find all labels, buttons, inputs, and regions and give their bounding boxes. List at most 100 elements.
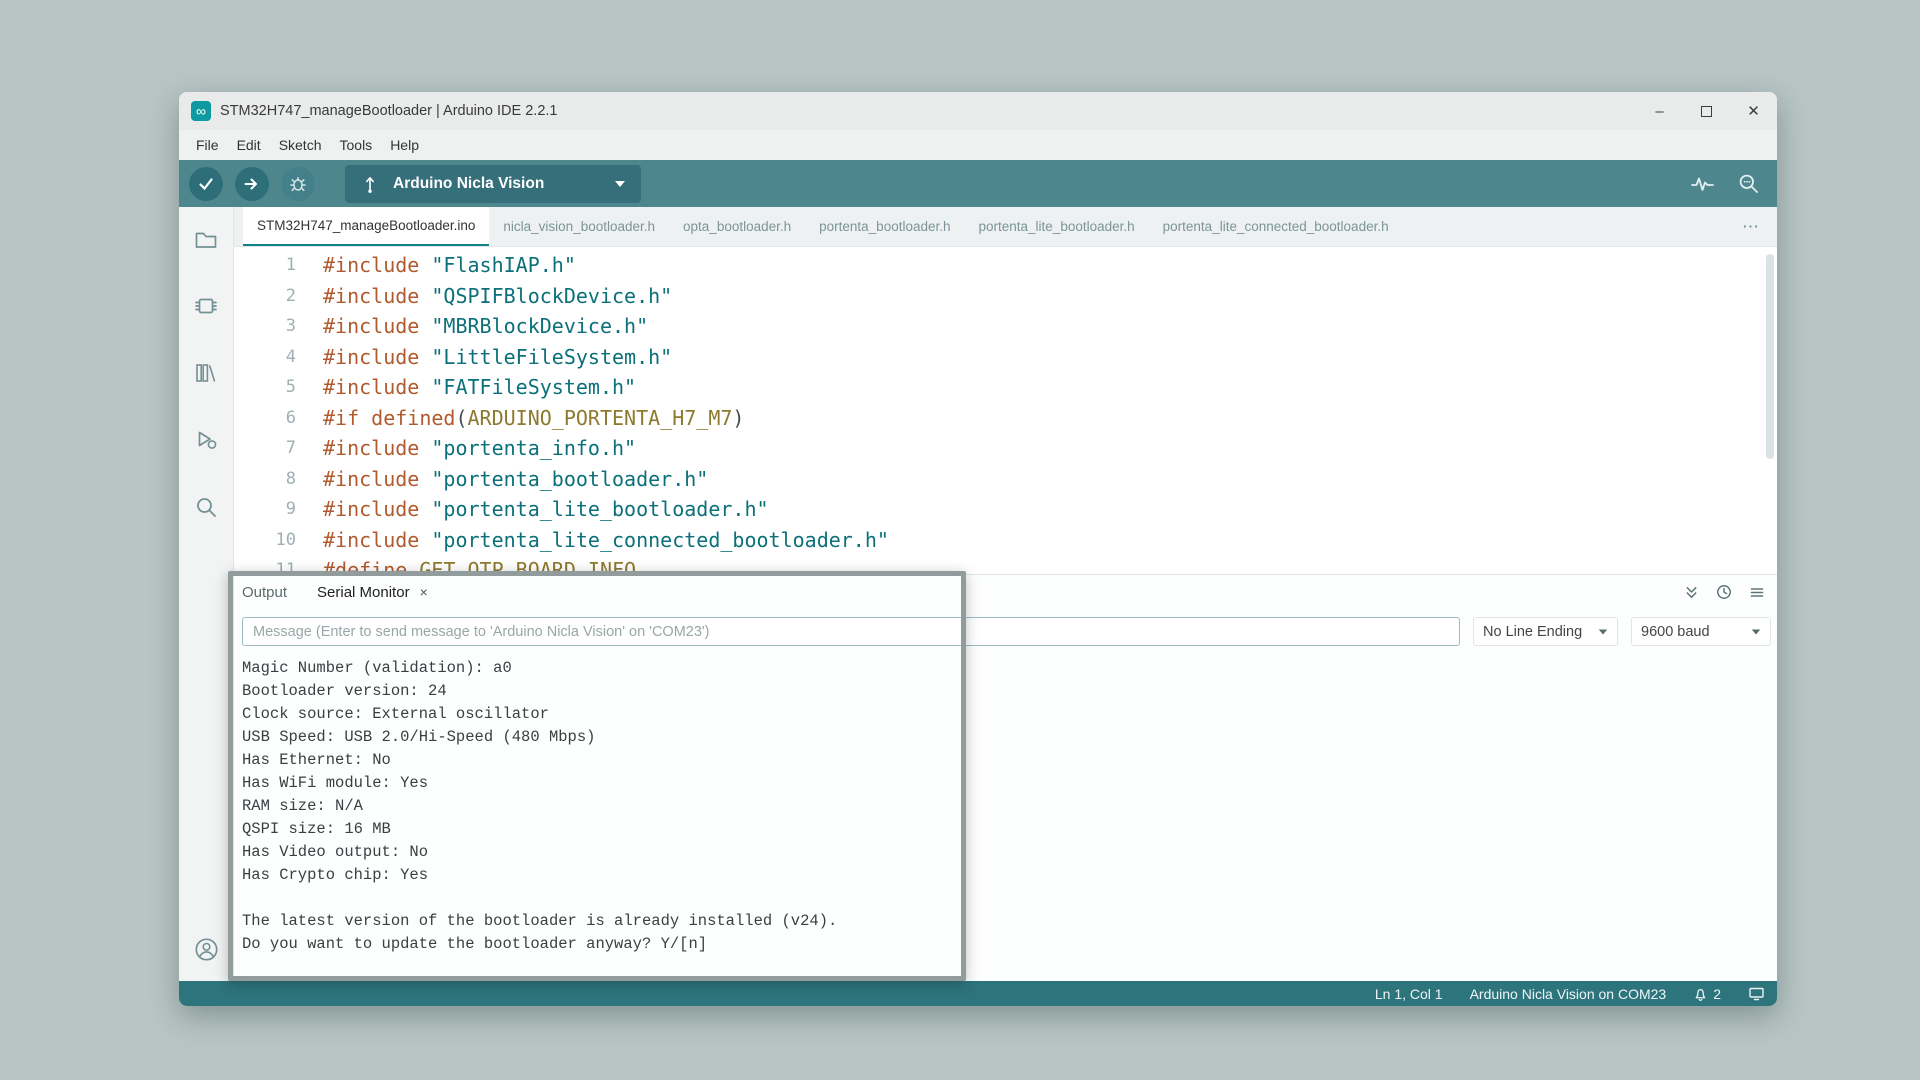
tab-output[interactable]: Output (242, 584, 299, 601)
debug-button[interactable] (281, 167, 315, 201)
serial-output-line: QSPI size: 16 MB (242, 818, 1769, 841)
serial-output-line: Magic Number (validation): a0 (242, 657, 1769, 680)
serial-monitor-button[interactable] (1738, 173, 1759, 194)
list-icon (1749, 585, 1765, 600)
editor-tab[interactable]: portenta_bootloader.h (805, 207, 964, 246)
code-line: 2#include "QSPIFBlockDevice.h" (234, 281, 1777, 312)
window-controls: – ✕ (1636, 92, 1777, 130)
account-button[interactable] (193, 936, 220, 963)
sidebar-item-library-manager[interactable] (193, 359, 220, 386)
title-bar: ∞ STM32H747_manageBootloader | Arduino I… (179, 92, 1777, 130)
line-number: 11 (234, 555, 306, 574)
serial-output-line: RAM size: N/A (242, 795, 1769, 818)
sidebar-item-search[interactable] (193, 493, 220, 520)
menu-bar: FileEditSketchToolsHelp (179, 130, 1777, 160)
menu-item-help[interactable]: Help (381, 134, 428, 156)
serial-output[interactable]: Magic Number (validation): a0Bootloader … (234, 646, 1777, 981)
sidebar-item-sketchbook[interactable] (193, 225, 220, 252)
code-text: #include "portenta_lite_connected_bootlo… (306, 525, 889, 556)
serial-output-line: Has Crypto chip: Yes (242, 864, 1769, 887)
collapse-panel-button[interactable] (1684, 585, 1699, 600)
person-icon (193, 936, 220, 963)
chevron-down-icon (615, 181, 625, 187)
board-selector-dropdown[interactable]: Arduino Nicla Vision (345, 165, 641, 203)
code-line: 7#include "portenta_info.h" (234, 433, 1777, 464)
close-button[interactable]: ✕ (1730, 92, 1777, 130)
code-line: 4#include "LittleFileSystem.h" (234, 342, 1777, 373)
code-text: #include "QSPIFBlockDevice.h" (306, 281, 672, 312)
menu-item-edit[interactable]: Edit (228, 134, 270, 156)
activity-sidebar (179, 207, 234, 981)
toolbar: Arduino Nicla Vision (179, 160, 1777, 207)
double-chevron-down-icon (1684, 585, 1699, 600)
editor-tabs: STM32H747_manageBootloader.inonicla_visi… (243, 207, 1403, 246)
folder-icon (193, 226, 219, 252)
chevron-down-icon (1752, 629, 1761, 634)
maximize-button[interactable] (1683, 92, 1730, 130)
menu-item-tools[interactable]: Tools (331, 134, 382, 156)
toolbar-right (1691, 173, 1765, 194)
line-number: 2 (234, 281, 306, 312)
code-editor[interactable]: 1#include "FlashIAP.h"2#include "QSPIFBl… (234, 247, 1777, 574)
editor-tab[interactable]: nicla_vision_bootloader.h (489, 207, 669, 246)
arduino-ide-window: ∞ STM32H747_manageBootloader | Arduino I… (179, 92, 1777, 1006)
main-area: STM32H747_manageBootloader.inonicla_visi… (179, 207, 1777, 981)
arduino-logo-icon: ∞ (191, 101, 211, 121)
bug-icon (289, 175, 307, 193)
baud-rate-dropdown[interactable]: 9600 baud (1631, 617, 1771, 646)
board-port-status[interactable]: Arduino Nicla Vision on COM23 (1470, 986, 1667, 1002)
bell-icon (1693, 986, 1708, 1002)
line-number: 5 (234, 372, 306, 403)
serial-monitor-label: Serial Monitor (317, 584, 410, 601)
panel-menu-button[interactable] (1749, 585, 1765, 600)
code-text: #include "LittleFileSystem.h" (306, 342, 672, 373)
status-bar-right: Ln 1, Col 1 Arduino Nicla Vision on COM2… (1375, 986, 1765, 1002)
serial-output-line: Has Video output: No (242, 841, 1769, 864)
check-icon (197, 176, 215, 192)
serial-output-line: The latest version of the bootloader is … (242, 910, 1769, 933)
editor-tab[interactable]: STM32H747_manageBootloader.ino (243, 207, 489, 246)
menu-item-file[interactable]: File (187, 134, 228, 156)
arrow-right-icon (243, 176, 261, 192)
line-number: 10 (234, 525, 306, 556)
code-line: 10#include "portenta_lite_connected_boot… (234, 525, 1777, 556)
notifications-button[interactable]: 2 (1693, 986, 1721, 1002)
chevron-down-icon (1599, 629, 1608, 634)
line-number: 9 (234, 494, 306, 525)
line-number: 8 (234, 464, 306, 495)
sidebar-item-debug[interactable] (193, 426, 220, 453)
timestamp-toggle-button[interactable] (1716, 584, 1732, 600)
cursor-position[interactable]: Ln 1, Col 1 (1375, 986, 1443, 1002)
debug-play-icon (193, 427, 219, 453)
code-text: #include "FATFileSystem.h" (306, 372, 636, 403)
serial-output-line: USB Speed: USB 2.0/Hi-Speed (480 Mbps) (242, 726, 1769, 749)
code-text: #include "MBRBlockDevice.h" (306, 311, 648, 342)
tab-overflow-button[interactable]: ⋯ (1724, 207, 1777, 246)
minimize-button[interactable]: – (1636, 92, 1683, 130)
editor-scrollbar[interactable] (1766, 254, 1774, 459)
tab-serial-monitor[interactable]: Serial Monitor × (299, 584, 440, 601)
board-monitor-button[interactable] (1748, 986, 1765, 1001)
menu-item-sketch[interactable]: Sketch (270, 134, 331, 156)
code-text: #if defined(ARDUINO_PORTENTA_H7_M7) (306, 403, 744, 434)
upload-button[interactable] (235, 167, 269, 201)
clock-icon (1716, 584, 1732, 600)
serial-plotter-button[interactable] (1691, 175, 1714, 193)
serial-message-input[interactable] (242, 617, 1460, 646)
editor-tab[interactable]: portenta_lite_bootloader.h (965, 207, 1149, 246)
status-bar: Ln 1, Col 1 Arduino Nicla Vision on COM2… (179, 981, 1777, 1006)
line-ending-dropdown[interactable]: No Line Ending (1473, 617, 1618, 646)
code-line: 1#include "FlashIAP.h" (234, 250, 1777, 281)
sidebar-item-boards-manager[interactable] (193, 292, 220, 319)
editor-tab[interactable]: opta_bootloader.h (669, 207, 805, 246)
code-text: #define GET_OTP_BOARD_INFO (306, 555, 636, 574)
code-lines: 1#include "FlashIAP.h"2#include "QSPIFBl… (234, 250, 1777, 574)
line-number: 3 (234, 311, 306, 342)
close-serial-monitor-icon[interactable]: × (420, 584, 428, 600)
code-line: 3#include "MBRBlockDevice.h" (234, 311, 1777, 342)
code-line: 5#include "FATFileSystem.h" (234, 372, 1777, 403)
editor-tab[interactable]: portenta_lite_connected_bootloader.h (1149, 207, 1403, 246)
line-ending-value: No Line Ending (1483, 624, 1582, 640)
code-text: #include "portenta_bootloader.h" (306, 464, 708, 495)
verify-button[interactable] (189, 167, 223, 201)
